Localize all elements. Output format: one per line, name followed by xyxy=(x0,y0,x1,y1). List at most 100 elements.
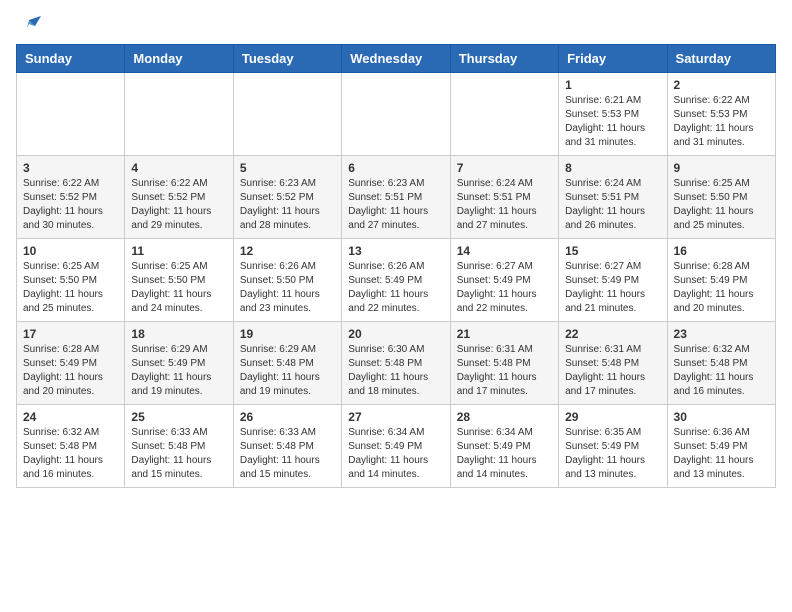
day-number: 7 xyxy=(457,161,552,175)
day-number: 21 xyxy=(457,327,552,341)
day-info: Sunrise: 6:27 AM Sunset: 5:49 PM Dayligh… xyxy=(565,260,660,316)
calendar-cell: 25Sunrise: 6:33 AM Sunset: 5:48 PM Dayli… xyxy=(125,405,233,488)
day-info: Sunrise: 6:35 AM Sunset: 5:49 PM Dayligh… xyxy=(565,426,660,482)
col-header-sunday: Sunday xyxy=(17,45,125,73)
calendar-week-row: 1 Sunrise: 6:21 AM Sunset: 5:53 PM Daylig… xyxy=(17,73,776,156)
calendar-cell: 3Sunrise: 6:22 AM Sunset: 5:52 PM Daylig… xyxy=(17,156,125,239)
day-info: Sunrise: 6:22 AM Sunset: 5:53 PM Dayligh… xyxy=(674,94,769,150)
calendar-cell: 12 Sunrise: 6:26 AM Sunset: 5:50 PM Dayli… xyxy=(233,239,341,322)
day-number: 17 xyxy=(23,327,118,341)
day-number: 29 xyxy=(565,410,660,424)
col-header-wednesday: Wednesday xyxy=(342,45,450,73)
day-info: Sunrise: 6:24 AM Sunset: 5:51 PM Dayligh… xyxy=(565,177,660,233)
day-info: Sunrise: 6:32 AM Sunset: 5:48 PM Dayligh… xyxy=(674,343,769,399)
day-number: 6 xyxy=(348,161,443,175)
calendar-cell xyxy=(450,73,558,156)
calendar-cell: 27 Sunrise: 6:34 AM Sunset: 5:49 PM Dayli… xyxy=(342,405,450,488)
day-info: Sunrise: 6:26 AM Sunset: 5:50 PM Dayligh… xyxy=(240,260,335,316)
calendar-cell: 16 Sunrise: 6:28 AM Sunset: 5:49 PM Dayli… xyxy=(667,239,775,322)
calendar-cell: 20 Sunrise: 6:30 AM Sunset: 5:48 PM Dayli… xyxy=(342,322,450,405)
calendar-cell: 8Sunrise: 6:24 AM Sunset: 5:51 PM Daylig… xyxy=(559,156,667,239)
day-number: 19 xyxy=(240,327,335,341)
calendar-header-row: SundayMondayTuesdayWednesdayThursdayFrid… xyxy=(17,45,776,73)
day-number: 4 xyxy=(131,161,226,175)
day-info: Sunrise: 6:32 AM Sunset: 5:48 PM Dayligh… xyxy=(23,426,118,482)
calendar-cell: 1 Sunrise: 6:21 AM Sunset: 5:53 PM Daylig… xyxy=(559,73,667,156)
day-number: 23 xyxy=(674,327,769,341)
day-number: 15 xyxy=(565,244,660,258)
calendar-cell xyxy=(17,73,125,156)
day-number: 20 xyxy=(348,327,443,341)
calendar-cell: 21 Sunrise: 6:31 AM Sunset: 5:48 PM Dayli… xyxy=(450,322,558,405)
calendar-table: SundayMondayTuesdayWednesdayThursdayFrid… xyxy=(16,44,776,488)
calendar-cell: 30 Sunrise: 6:36 AM Sunset: 5:49 PM Dayli… xyxy=(667,405,775,488)
day-info: Sunrise: 6:26 AM Sunset: 5:49 PM Dayligh… xyxy=(348,260,443,316)
day-info: Sunrise: 6:31 AM Sunset: 5:48 PM Dayligh… xyxy=(457,343,552,399)
day-number: 13 xyxy=(348,244,443,258)
day-number: 3 xyxy=(23,161,118,175)
calendar-week-row: 10 Sunrise: 6:25 AM Sunset: 5:50 PM Dayli… xyxy=(17,239,776,322)
day-number: 18 xyxy=(131,327,226,341)
day-number: 22 xyxy=(565,327,660,341)
calendar-cell: 23 Sunrise: 6:32 AM Sunset: 5:48 PM Dayli… xyxy=(667,322,775,405)
day-number: 30 xyxy=(674,410,769,424)
col-header-friday: Friday xyxy=(559,45,667,73)
col-header-thursday: Thursday xyxy=(450,45,558,73)
day-info: Sunrise: 6:23 AM Sunset: 5:51 PM Dayligh… xyxy=(348,177,443,233)
calendar-cell: 15 Sunrise: 6:27 AM Sunset: 5:49 PM Dayli… xyxy=(559,239,667,322)
day-info: Sunrise: 6:30 AM Sunset: 5:48 PM Dayligh… xyxy=(348,343,443,399)
calendar-cell: 4 Sunrise: 6:22 AM Sunset: 5:52 PM Daylig… xyxy=(125,156,233,239)
calendar-cell: 11 Sunrise: 6:25 AM Sunset: 5:50 PM Dayli… xyxy=(125,239,233,322)
day-number: 28 xyxy=(457,410,552,424)
day-info: Sunrise: 6:21 AM Sunset: 5:53 PM Dayligh… xyxy=(565,94,660,150)
day-number: 11 xyxy=(131,244,226,258)
calendar-cell: 6 Sunrise: 6:23 AM Sunset: 5:51 PM Daylig… xyxy=(342,156,450,239)
calendar-cell: 13 Sunrise: 6:26 AM Sunset: 5:49 PM Dayli… xyxy=(342,239,450,322)
col-header-saturday: Saturday xyxy=(667,45,775,73)
day-info: Sunrise: 6:23 AM Sunset: 5:52 PM Dayligh… xyxy=(240,177,335,233)
day-info: Sunrise: 6:31 AM Sunset: 5:48 PM Dayligh… xyxy=(565,343,660,399)
calendar-cell: 24 Sunrise: 6:32 AM Sunset: 5:48 PM Dayli… xyxy=(17,405,125,488)
day-number: 1 xyxy=(565,78,660,92)
day-info: Sunrise: 6:28 AM Sunset: 5:49 PM Dayligh… xyxy=(23,343,118,399)
calendar-cell: 9Sunrise: 6:25 AM Sunset: 5:50 PM Daylig… xyxy=(667,156,775,239)
day-info: Sunrise: 6:28 AM Sunset: 5:49 PM Dayligh… xyxy=(674,260,769,316)
col-header-monday: Monday xyxy=(125,45,233,73)
calendar-cell: 19 Sunrise: 6:29 AM Sunset: 5:48 PM Dayli… xyxy=(233,322,341,405)
day-info: Sunrise: 6:25 AM Sunset: 5:50 PM Dayligh… xyxy=(131,260,226,316)
header xyxy=(16,16,776,34)
calendar-cell: 29 Sunrise: 6:35 AM Sunset: 5:49 PM Dayli… xyxy=(559,405,667,488)
calendar-cell: 2 Sunrise: 6:22 AM Sunset: 5:53 PM Daylig… xyxy=(667,73,775,156)
logo xyxy=(16,16,41,34)
logo-bird-icon xyxy=(19,16,41,34)
day-number: 5 xyxy=(240,161,335,175)
day-info: Sunrise: 6:34 AM Sunset: 5:49 PM Dayligh… xyxy=(457,426,552,482)
calendar-cell: 28 Sunrise: 6:34 AM Sunset: 5:49 PM Dayli… xyxy=(450,405,558,488)
calendar-cell: 22 Sunrise: 6:31 AM Sunset: 5:48 PM Dayli… xyxy=(559,322,667,405)
calendar-week-row: 24 Sunrise: 6:32 AM Sunset: 5:48 PM Dayli… xyxy=(17,405,776,488)
day-info: Sunrise: 6:27 AM Sunset: 5:49 PM Dayligh… xyxy=(457,260,552,316)
day-number: 27 xyxy=(348,410,443,424)
calendar-cell: 18Sunrise: 6:29 AM Sunset: 5:49 PM Dayli… xyxy=(125,322,233,405)
day-info: Sunrise: 6:36 AM Sunset: 5:49 PM Dayligh… xyxy=(674,426,769,482)
col-header-tuesday: Tuesday xyxy=(233,45,341,73)
day-number: 9 xyxy=(674,161,769,175)
day-number: 2 xyxy=(674,78,769,92)
day-info: Sunrise: 6:29 AM Sunset: 5:48 PM Dayligh… xyxy=(240,343,335,399)
calendar-cell: 17 Sunrise: 6:28 AM Sunset: 5:49 PM Dayli… xyxy=(17,322,125,405)
day-number: 16 xyxy=(674,244,769,258)
day-info: Sunrise: 6:22 AM Sunset: 5:52 PM Dayligh… xyxy=(131,177,226,233)
day-info: Sunrise: 6:24 AM Sunset: 5:51 PM Dayligh… xyxy=(457,177,552,233)
day-number: 24 xyxy=(23,410,118,424)
calendar-cell xyxy=(233,73,341,156)
day-info: Sunrise: 6:25 AM Sunset: 5:50 PM Dayligh… xyxy=(23,260,118,316)
day-number: 12 xyxy=(240,244,335,258)
calendar-week-row: 3 Sunrise: 6:22 AM Sunset: 5:52 PM Daylig… xyxy=(17,156,776,239)
calendar-cell: 26Sunrise: 6:33 AM Sunset: 5:48 PM Dayli… xyxy=(233,405,341,488)
day-info: Sunrise: 6:34 AM Sunset: 5:49 PM Dayligh… xyxy=(348,426,443,482)
calendar-cell: 7 Sunrise: 6:24 AM Sunset: 5:51 PM Daylig… xyxy=(450,156,558,239)
calendar-cell: 10 Sunrise: 6:25 AM Sunset: 5:50 PM Dayli… xyxy=(17,239,125,322)
day-number: 10 xyxy=(23,244,118,258)
calendar-cell: 5 Sunrise: 6:23 AM Sunset: 5:52 PM Daylig… xyxy=(233,156,341,239)
day-info: Sunrise: 6:33 AM Sunset: 5:48 PM Dayligh… xyxy=(131,426,226,482)
